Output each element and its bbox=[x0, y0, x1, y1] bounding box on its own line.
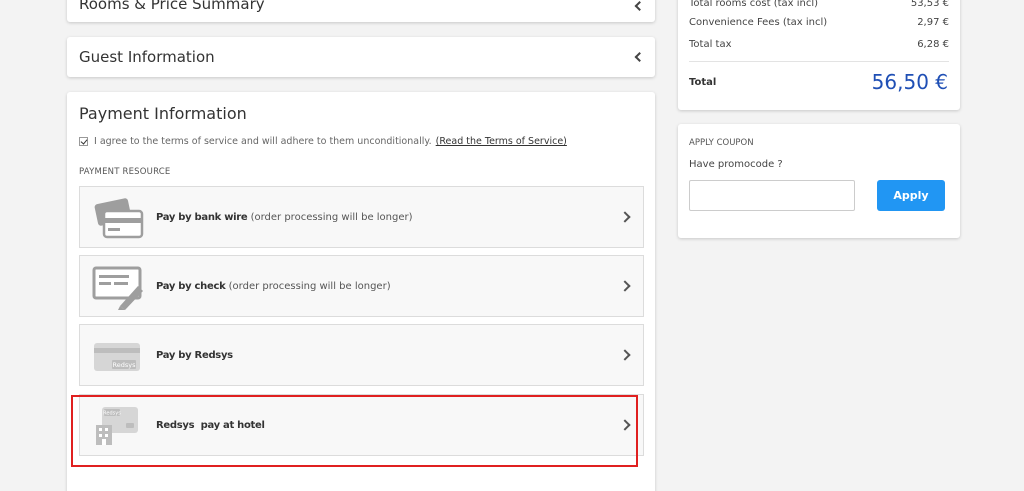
summary-row-value: 6,28 € bbox=[917, 39, 949, 50]
option-name: Pay by check bbox=[156, 280, 226, 292]
apply-coupon-button[interactable]: Apply bbox=[877, 180, 945, 211]
pay-redsys-option[interactable]: Redsys Pay by Redsys bbox=[79, 324, 644, 386]
pay-bank-wire-option[interactable]: Pay by bank wire (order processing will … bbox=[79, 186, 644, 248]
summary-divider bbox=[689, 61, 949, 62]
redsys-card-icon: Redsys bbox=[94, 343, 140, 371]
payment-resource-title: PAYMENT RESOURCE bbox=[79, 167, 171, 177]
payment-information-title: Payment Information bbox=[79, 104, 247, 123]
redsys-pay-at-hotel-label: Redsys pay at hotel bbox=[156, 420, 265, 431]
check-icon bbox=[92, 266, 143, 310]
guest-information-title: Guest Information bbox=[79, 48, 215, 66]
read-terms-link[interactable]: (Read the Terms of Service) bbox=[436, 136, 567, 147]
guest-information-header[interactable]: Guest Information bbox=[67, 37, 655, 77]
option-note: (order processing will be longer) bbox=[228, 280, 391, 292]
terms-agreement: I agree to the terms of service and will… bbox=[79, 136, 567, 147]
chevron-left-icon bbox=[634, 1, 645, 11]
terms-checkbox[interactable] bbox=[79, 137, 88, 146]
pay-redsys-label: Pay by Redsys bbox=[156, 350, 233, 361]
bank-wire-icon bbox=[94, 198, 144, 239]
summary-row-label: Total tax bbox=[689, 39, 732, 50]
payment-information-panel: Payment Information I agree to the terms… bbox=[67, 92, 655, 491]
terms-text: I agree to the terms of service and will… bbox=[94, 136, 432, 147]
option-note: (order processing will be longer) bbox=[250, 211, 413, 223]
summary-row-label: Total rooms cost (tax incl) bbox=[689, 0, 819, 9]
chevron-right-icon bbox=[619, 419, 631, 431]
option-name: Redsys pay at hotel bbox=[156, 419, 265, 431]
redsys-icon-text: Redsys bbox=[113, 361, 137, 369]
chevron-left-icon bbox=[634, 52, 645, 62]
promocode-label: Have promocode ? bbox=[689, 159, 783, 170]
pay-bank-wire-label: Pay by bank wire (order processing will … bbox=[156, 212, 413, 223]
redsys-pay-at-hotel-option[interactable]: Redsys Redsys pay at hotel bbox=[79, 394, 644, 456]
chevron-right-icon bbox=[619, 280, 631, 292]
summary-row-total-tax: Total tax 6,28 € bbox=[689, 39, 949, 50]
promocode-input[interactable] bbox=[689, 180, 855, 211]
chevron-right-icon bbox=[619, 211, 631, 223]
rooms-price-summary-title: Rooms & Price Summary bbox=[79, 0, 265, 13]
apply-coupon-title: APPLY COUPON bbox=[689, 138, 754, 148]
summary-row-value: 2,97 € bbox=[917, 17, 949, 28]
summary-row-label: Convenience Fees (tax incl) bbox=[689, 17, 828, 28]
summary-row-convenience-fees: Convenience Fees (tax incl) 2,97 € bbox=[689, 17, 949, 28]
summary-row-value: 53,53 € bbox=[910, 0, 949, 9]
total-label: Total bbox=[689, 77, 717, 88]
pay-check-option[interactable]: Pay by check (order processing will be l… bbox=[79, 255, 644, 317]
redsys-icon-text: Redsys bbox=[103, 411, 121, 417]
apply-coupon-panel: APPLY COUPON Have promocode ? Apply bbox=[678, 124, 960, 238]
price-summary-panel: Total rooms cost (tax incl) 53,53 € Conv… bbox=[678, 0, 960, 110]
option-name: Pay by Redsys bbox=[156, 349, 233, 361]
total-value: 56,50 € bbox=[871, 70, 948, 94]
chevron-right-icon bbox=[619, 349, 631, 361]
rooms-price-summary-header[interactable]: Rooms & Price Summary bbox=[67, 0, 655, 22]
summary-row-rooms-cost: Total rooms cost (tax incl) 53,53 € bbox=[689, 0, 949, 9]
pay-check-label: Pay by check (order processing will be l… bbox=[156, 281, 391, 292]
option-name: Pay by bank wire bbox=[156, 211, 248, 223]
redsys-hotel-icon: Redsys bbox=[96, 407, 138, 445]
